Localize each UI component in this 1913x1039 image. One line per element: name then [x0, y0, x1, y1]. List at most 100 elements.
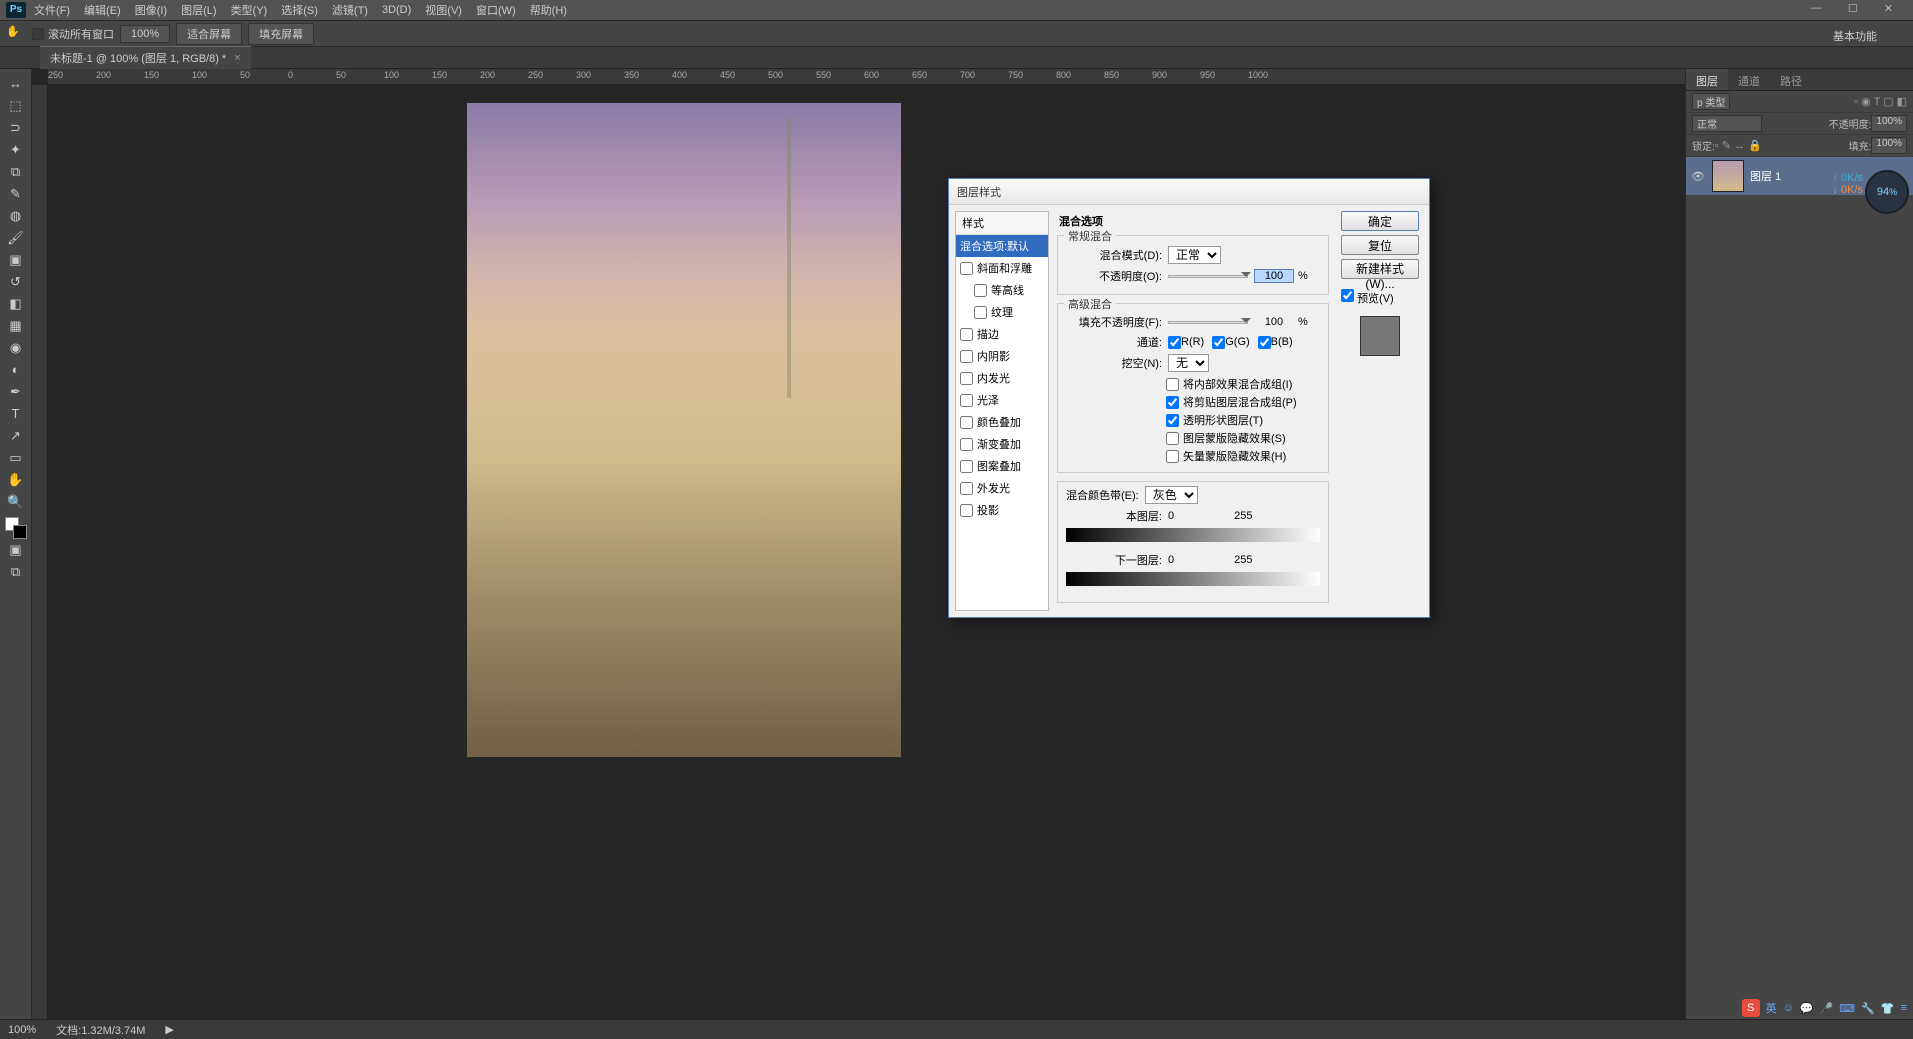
stamp-tool[interactable]: ▣ [4, 250, 28, 270]
inner-glow-checkbox[interactable] [960, 372, 973, 385]
tray-mic-icon[interactable]: 🎤 [1820, 1002, 1834, 1015]
menu-edit[interactable]: 编辑(E) [84, 2, 121, 18]
shape-tool[interactable]: ▭ [4, 448, 28, 468]
heal-tool[interactable]: ◍ [4, 206, 28, 226]
language-indicator[interactable]: 英 [1766, 1000, 1777, 1016]
workspace-switcher[interactable]: 基本功能 [1833, 28, 1877, 44]
style-gradient-overlay[interactable]: 渐变叠加 [956, 433, 1048, 455]
hand-tool[interactable]: ✋ [4, 470, 28, 490]
tab-paths[interactable]: 路径 [1770, 69, 1812, 90]
style-inner-shadow[interactable]: 内阴影 [956, 345, 1048, 367]
zoom-value[interactable]: 100% [120, 25, 170, 43]
menu-view[interactable]: 视图(V) [425, 2, 462, 18]
layer-mask-hides-checkbox[interactable] [1166, 432, 1179, 445]
wand-tool[interactable]: ✦ [4, 140, 28, 160]
inner-shadow-checkbox[interactable] [960, 350, 973, 363]
tab-channels[interactable]: 通道 [1728, 69, 1770, 90]
screenmode-tool[interactable]: ⧉ [4, 562, 28, 582]
texture-checkbox[interactable] [974, 306, 987, 319]
fit-screen-button[interactable]: 适合屏幕 [176, 23, 242, 45]
satin-checkbox[interactable] [960, 394, 973, 407]
knockout-dropdown[interactable]: 无 [1168, 354, 1209, 372]
blend-mode-dropdown[interactable]: 正常 [1168, 246, 1221, 264]
tray-comment-icon[interactable]: 💬 [1800, 1002, 1814, 1015]
canvas-area[interactable]: 2502001501005005010015020025030035040045… [32, 69, 1685, 1029]
fill-value[interactable]: 100% [1871, 137, 1907, 154]
layer-thumbnail[interactable] [1712, 160, 1744, 192]
new-style-button[interactable]: 新建样式(W)... [1341, 259, 1419, 279]
style-inner-glow[interactable]: 内发光 [956, 367, 1048, 389]
minimize-icon[interactable]: — [1811, 2, 1822, 15]
blend-interior-checkbox[interactable] [1166, 378, 1179, 391]
quickmask-tool[interactable]: ▣ [4, 540, 28, 560]
opacity-input[interactable] [1254, 269, 1294, 283]
style-blend-options[interactable]: 混合选项:默认 [956, 235, 1048, 257]
ok-button[interactable]: 确定 [1341, 211, 1419, 231]
scroll-all-checkbox[interactable] [32, 28, 44, 40]
eraser-tool[interactable]: ◧ [4, 294, 28, 314]
menu-layer[interactable]: 图层(L) [181, 2, 216, 18]
type-tool[interactable]: T [4, 404, 28, 424]
channel-g-checkbox[interactable] [1212, 336, 1225, 349]
color-swatches[interactable] [5, 517, 27, 539]
ime-icon[interactable]: S [1742, 999, 1760, 1017]
style-color-overlay[interactable]: 颜色叠加 [956, 411, 1048, 433]
lasso-tool[interactable]: ⊃ [4, 118, 28, 138]
drop-shadow-checkbox[interactable] [960, 504, 973, 517]
gradient-tool[interactable]: ▦ [4, 316, 28, 336]
style-outer-glow[interactable]: 外发光 [956, 477, 1048, 499]
pen-tool[interactable]: ✒ [4, 382, 28, 402]
preview-checkbox[interactable] [1341, 289, 1354, 302]
eyedropper-tool[interactable]: ✎ [4, 184, 28, 204]
close-tab-icon[interactable]: × [234, 52, 240, 64]
contour-checkbox[interactable] [974, 284, 987, 297]
zoom-tool[interactable]: 🔍 [4, 492, 28, 512]
menu-help[interactable]: 帮助(H) [530, 2, 567, 18]
menu-filter[interactable]: 滤镜(T) [332, 2, 368, 18]
dodge-tool[interactable]: ◐ [4, 360, 28, 380]
status-zoom[interactable]: 100% [8, 1024, 36, 1036]
bevel-checkbox[interactable] [960, 262, 973, 275]
channel-r-checkbox[interactable] [1168, 336, 1181, 349]
vector-mask-hides-checkbox[interactable] [1166, 450, 1179, 463]
tray-emoji-icon[interactable]: ☺ [1783, 1002, 1794, 1014]
blend-mode-select[interactable]: 正常 [1692, 115, 1762, 132]
style-satin[interactable]: 光泽 [956, 389, 1048, 411]
menu-file[interactable]: 文件(F) [34, 2, 70, 18]
style-contour[interactable]: 等高线 [956, 279, 1048, 301]
channel-b-checkbox[interactable] [1258, 336, 1271, 349]
gradient-overlay-checkbox[interactable] [960, 438, 973, 451]
history-brush-tool[interactable]: ↺ [4, 272, 28, 292]
tray-skin-icon[interactable]: 👕 [1881, 1002, 1895, 1015]
move-tool[interactable]: ↔ [4, 74, 28, 94]
path-tool[interactable]: ↗ [4, 426, 28, 446]
style-pattern-overlay[interactable]: 图案叠加 [956, 455, 1048, 477]
tab-layers[interactable]: 图层 [1686, 69, 1728, 90]
opacity-value[interactable]: 100% [1871, 115, 1907, 132]
maximize-icon[interactable]: ☐ [1848, 2, 1858, 15]
cancel-button[interactable]: 复位 [1341, 235, 1419, 255]
outer-glow-checkbox[interactable] [960, 482, 973, 495]
close-icon[interactable]: ✕ [1884, 2, 1893, 15]
this-layer-slider[interactable] [1066, 528, 1320, 542]
crop-tool[interactable]: ⧉ [4, 162, 28, 182]
tray-keyboard-icon[interactable]: ⌨ [1839, 1002, 1855, 1015]
stroke-checkbox[interactable] [960, 328, 973, 341]
menu-type[interactable]: 类型(Y) [231, 2, 268, 18]
menu-3d[interactable]: 3D(D) [382, 4, 411, 16]
transparency-shapes-checkbox[interactable] [1166, 414, 1179, 427]
tray-menu-icon[interactable]: ≡ [1901, 1002, 1907, 1014]
marquee-tool[interactable]: ⬚ [4, 96, 28, 116]
layer-filter[interactable]: p 类型 [1692, 93, 1730, 110]
fill-opacity-slider[interactable] [1168, 321, 1248, 324]
document-tab[interactable]: 未标题-1 @ 100% (图层 1, RGB/8) * × [40, 46, 251, 69]
style-drop-shadow[interactable]: 投影 [956, 499, 1048, 521]
blend-if-dropdown[interactable]: 灰色 [1145, 486, 1198, 504]
fill-screen-button[interactable]: 填充屏幕 [248, 23, 314, 45]
blur-tool[interactable]: ◉ [4, 338, 28, 358]
menu-image[interactable]: 图像(I) [135, 2, 167, 18]
menu-select[interactable]: 选择(S) [281, 2, 318, 18]
visibility-icon[interactable]: 👁 [1690, 170, 1706, 183]
style-texture[interactable]: 纹理 [956, 301, 1048, 323]
style-stroke[interactable]: 描边 [956, 323, 1048, 345]
